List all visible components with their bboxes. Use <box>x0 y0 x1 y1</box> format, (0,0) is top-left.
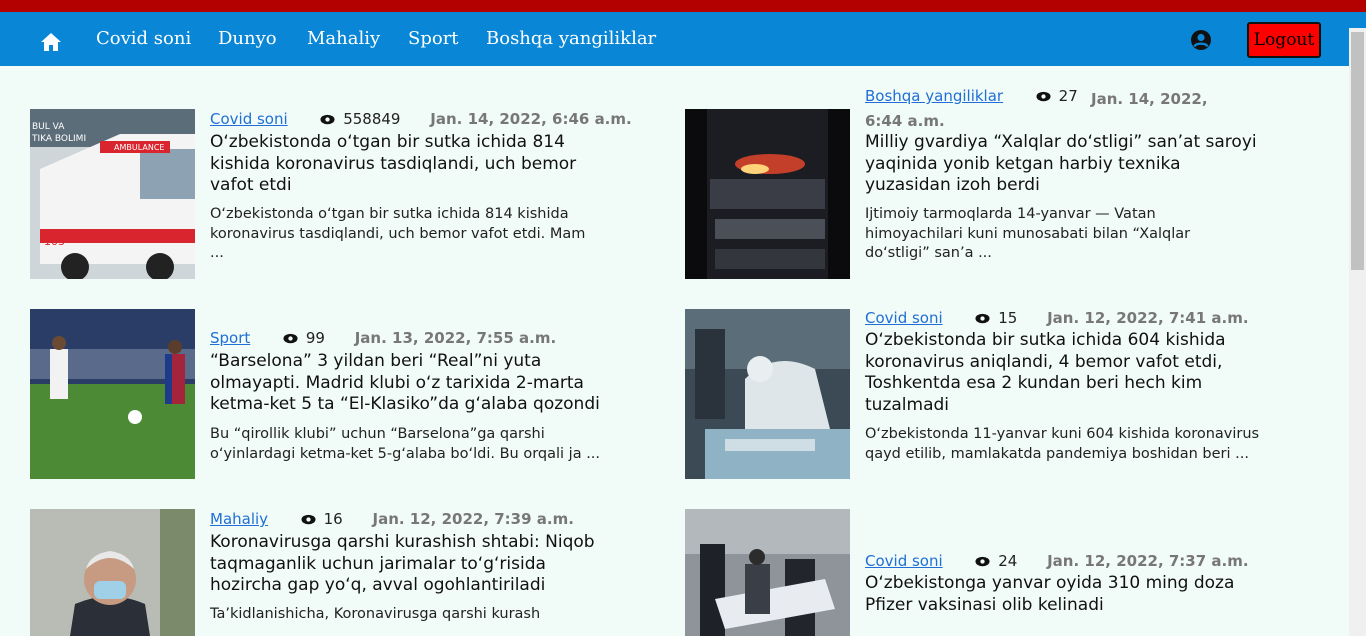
article-title[interactable]: O‘zbekistonda o‘tgan bir sutka ichida 81… <box>210 132 600 197</box>
article-date: Jan. 12, 2022, 7:41 a.m. <box>1047 309 1249 327</box>
eye-icon <box>975 556 990 567</box>
browser-top-strip <box>0 0 1366 12</box>
svg-text:AMBULANCE: AMBULANCE <box>114 143 164 152</box>
logout-button[interactable]: Logout <box>1247 22 1321 58</box>
article-category-link[interactable]: Covid soni <box>865 552 943 570</box>
article-date: Jan. 13, 2022, 7:55 a.m. <box>354 329 557 347</box>
article-views: 15 <box>998 309 1018 327</box>
article-excerpt: O‘zbekistonda o‘tgan bir sutka ichida 81… <box>210 206 586 261</box>
article-category-link[interactable]: Covid soni <box>865 309 943 327</box>
article-category-link[interactable]: Sport <box>210 329 250 347</box>
article-title[interactable]: “Barselona” 3 yildan beri “Real”ni yuta … <box>210 351 600 416</box>
article-image[interactable] <box>685 509 850 636</box>
nav-link-sport[interactable]: Sport <box>408 28 459 49</box>
article-image[interactable] <box>685 109 850 279</box>
eye-icon <box>975 313 990 324</box>
article-date: Jan. 12, 2022, 7:37 a.m. <box>1047 552 1249 570</box>
eye-icon <box>320 114 335 125</box>
article-views: 16 <box>323 510 343 528</box>
article-date: Jan. 12, 2022, 7:39 a.m. <box>372 510 574 528</box>
article-category-link[interactable]: Mahaliy <box>210 510 268 528</box>
article-title[interactable]: Milliy gvardiya “Xalqlar do‘stligi” san’… <box>865 132 1260 197</box>
article-excerpt: Ta’kidlanishicha, Koronavirusga qarshi k… <box>210 606 541 622</box>
article-date: Jan. 14, 2022, 6:46 a.m. <box>430 110 632 128</box>
article-views: 99 <box>305 329 325 347</box>
home-icon[interactable] <box>40 32 62 52</box>
svg-text:BUL VA: BUL VA <box>32 122 65 132</box>
scrollbar[interactable] <box>1349 28 1366 636</box>
scrollbar-thumb[interactable] <box>1351 32 1364 270</box>
article-image[interactable] <box>30 509 195 636</box>
eye-icon <box>283 333 298 344</box>
article-date: Jan. 14, 2022, 6:44 a.m. <box>865 90 1208 130</box>
svg-text:TIKA BOLIMI: TIKA BOLIMI <box>31 134 86 144</box>
user-account-icon[interactable] <box>1190 29 1212 51</box>
nav-link-covid[interactable]: Covid soni <box>96 28 191 49</box>
article-image[interactable] <box>30 309 195 479</box>
article-title[interactable]: O‘zbekistonda bir sutka ichida 604 kishi… <box>865 330 1260 416</box>
navbar: Covid soni Dunyo Mahaliy Sport Boshqa ya… <box>0 12 1366 66</box>
eye-icon <box>301 514 316 525</box>
nav-link-boshqa[interactable]: Boshqa yangiliklar <box>486 28 656 49</box>
article-image[interactable]: BUL VA TIKA BOLIMI AMBULANCE 103 <box>30 109 195 279</box>
article-excerpt: Bu “qirollik klubi” uchun “Barselona”ga … <box>210 426 601 462</box>
nav-link-mahaliy[interactable]: Mahaliy <box>307 28 380 49</box>
article-image[interactable] <box>685 309 850 479</box>
svg-text:103: 103 <box>44 235 65 248</box>
article-category-link[interactable]: Covid soni <box>210 110 288 128</box>
article-excerpt: Ijtimoiy tarmoqlarda 14-yanvar — Vatan h… <box>865 206 1191 261</box>
nav-link-dunyo[interactable]: Dunyo <box>218 28 277 49</box>
article-views: 24 <box>998 552 1018 570</box>
article-views: 558849 <box>343 110 401 128</box>
article-title[interactable]: Koronavirusga qarshi kurashish shtabi: N… <box>210 532 600 597</box>
article-title[interactable]: O‘zbekistonga yanvar oyida 310 ming doza… <box>865 573 1260 616</box>
article-excerpt: O‘zbekistonda 11-yanvar kuni 604 kishida… <box>865 426 1260 462</box>
